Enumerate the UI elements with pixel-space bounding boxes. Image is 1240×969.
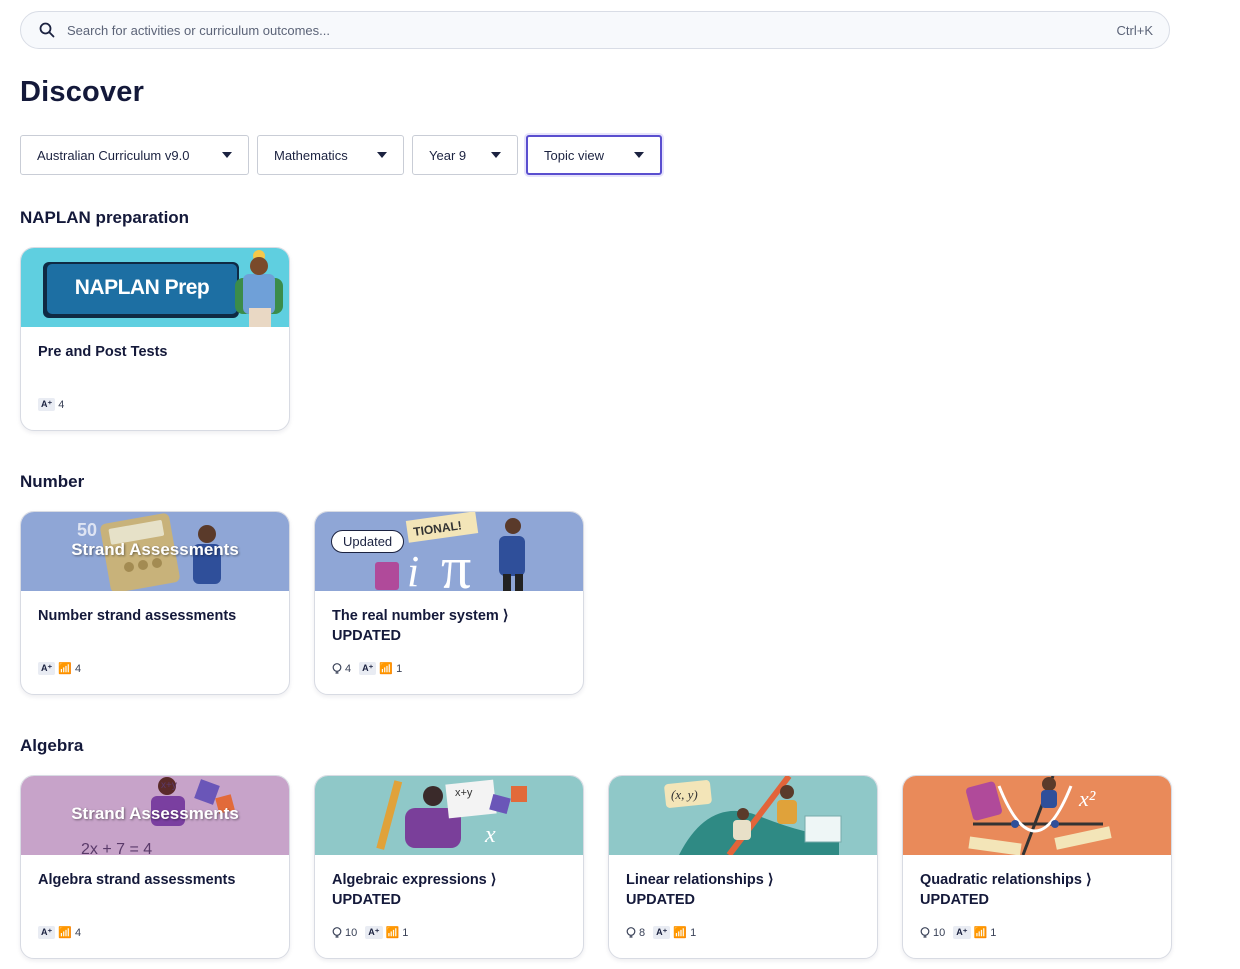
view-dropdown[interactable]: Topic view [526, 135, 662, 175]
card-algebra-strand-assessments[interactable]: 2x + 7 = 4 x+y Strand Assessments Algebr… [20, 775, 290, 959]
search-bar[interactable]: Ctrl+K [20, 11, 1170, 49]
svg-text:π: π [441, 535, 471, 591]
svg-text:x+y: x+y [161, 780, 177, 791]
idea-count: 8 [626, 927, 645, 939]
idea-count: 4 [332, 663, 351, 675]
assessment-icon: A⁺ [953, 926, 971, 939]
idea-count: 10 [920, 927, 945, 939]
svg-text:x+y: x+y [455, 787, 473, 799]
card-meta: 8 A⁺ 📶 1 [626, 926, 696, 939]
section-title-number: Number [20, 472, 85, 491]
card-quadratic-relationships[interactable]: x² Quadratic relationships ⟩ UPDATED 10 … [902, 775, 1172, 959]
svg-text:(x, y): (x, y) [671, 787, 698, 802]
curriculum-dropdown[interactable]: Australian Curriculum v9.0 [20, 135, 249, 175]
card-number-strand-assessments[interactable]: 50 Strand Assessments Number strand asse… [20, 511, 290, 695]
card-title: Algebra strand assessments [38, 872, 236, 888]
idea-count: 10 [332, 927, 357, 939]
svg-text:50: 50 [77, 520, 97, 540]
card-title: The real number system ⟩ UPDATED [332, 608, 509, 644]
caret-down-icon [491, 152, 501, 158]
card-title: Algebraic expressions ⟩ UPDATED [332, 872, 497, 908]
card-title: Linear relationships ⟩ UPDATED [626, 872, 774, 908]
thumb-text: Strand Assessments [71, 540, 239, 559]
chart-icon: 📶 [973, 927, 988, 939]
assessment-count: A⁺ 📶 1 [953, 926, 996, 939]
assessment-icon: A⁺ [653, 926, 671, 939]
lightbulb-icon [332, 926, 342, 938]
caret-down-icon [634, 152, 644, 158]
naplan-thumb-text: NAPLAN Prep [74, 276, 210, 299]
card-title: Number strand assessments [38, 608, 237, 624]
svg-text:2x + 7 = 4: 2x + 7 = 4 [81, 841, 152, 855]
assessment-count: A⁺ 📶 1 [359, 662, 402, 675]
chart-icon: 📶 [385, 927, 400, 939]
updated-badge: Updated [331, 530, 405, 553]
card-meta: 10 A⁺ 📶 1 [920, 926, 996, 939]
card-meta: 10 A⁺ 📶 1 [332, 926, 408, 939]
assessment-icon: A⁺ [365, 926, 383, 939]
svg-text:x: x [484, 822, 496, 848]
assessment-icon: A⁺ [38, 926, 56, 939]
card-thumbnail: (x, y) [609, 776, 877, 855]
card-thumbnail: x² [903, 776, 1171, 855]
search-input[interactable] [65, 21, 1117, 39]
year-dropdown-label: Year 9 [429, 147, 467, 163]
assessment-count: A⁺ 📶 4 [38, 662, 81, 675]
card-linear-relationships[interactable]: (x, y) Linear relationships ⟩ UPDATED 8 … [608, 775, 878, 959]
year-dropdown[interactable]: Year 9 [412, 135, 518, 175]
card-meta: A⁺ 📶 4 [38, 926, 81, 939]
curriculum-dropdown-label: Australian Curriculum v9.0 [37, 147, 190, 163]
chart-icon: 📶 [673, 927, 688, 939]
svg-text:x²: x² [1078, 786, 1096, 811]
card-thumbnail: Updated TIONAL! i π [315, 512, 583, 591]
card-algebraic-expressions[interactable]: x+y x Algebraic expressions ⟩ UPDATED 10… [314, 775, 584, 959]
assessment-count: A⁺ 📶 1 [653, 926, 696, 939]
chart-icon: 📶 [58, 663, 72, 675]
card-thumbnail: 50 Strand Assessments [21, 512, 289, 591]
card-real-number-system[interactable]: Updated TIONAL! i π The real number syst… [314, 511, 584, 695]
assessment-count: A⁺ 📶 1 [365, 926, 408, 939]
section-title-naplan: NAPLAN preparation [20, 208, 190, 227]
assessment-icon: A⁺ [359, 662, 377, 675]
card-meta: A⁺ 4 [38, 398, 64, 411]
assessment-icon: A⁺ [38, 662, 56, 675]
card-meta: A⁺ 📶 4 [38, 662, 81, 675]
assessment-count: A⁺ 📶 4 [38, 926, 81, 939]
page-title: Discover [20, 76, 145, 108]
card-thumbnail: 2x + 7 = 4 x+y Strand Assessments [21, 776, 289, 855]
card-thumbnail: NAPLAN Prep [21, 248, 289, 327]
caret-down-icon [222, 152, 232, 158]
view-dropdown-label: Topic view [544, 147, 604, 163]
chart-icon: 📶 [58, 927, 72, 939]
lightbulb-icon [332, 662, 342, 674]
lightbulb-icon [626, 926, 636, 938]
chart-icon: 📶 [379, 663, 394, 675]
assessment-icon: A⁺ [38, 398, 56, 411]
assessment-count: A⁺ 4 [38, 398, 64, 411]
card-thumbnail: x+y x [315, 776, 583, 855]
card-title: Pre and Post Tests [38, 344, 168, 360]
lightbulb-icon [920, 926, 930, 938]
caret-down-icon [377, 152, 387, 158]
section-title-algebra: Algebra [20, 736, 84, 755]
filter-bar: Australian Curriculum v9.0 Mathematics Y… [20, 135, 662, 175]
svg-text:i: i [407, 547, 419, 591]
subject-dropdown[interactable]: Mathematics [257, 135, 404, 175]
card-meta: 4 A⁺ 📶 1 [332, 662, 402, 675]
subject-dropdown-label: Mathematics [274, 147, 348, 163]
card-title: Quadratic relationships ⟩ UPDATED [920, 872, 1092, 908]
thumb-text: Strand Assessments [71, 804, 239, 823]
card-pre-post-tests[interactable]: NAPLAN Prep Pre and Post Tests A⁺ 4 [20, 247, 290, 431]
search-shortcut-hint: Ctrl+K [1116, 22, 1153, 38]
search-icon [39, 22, 55, 38]
